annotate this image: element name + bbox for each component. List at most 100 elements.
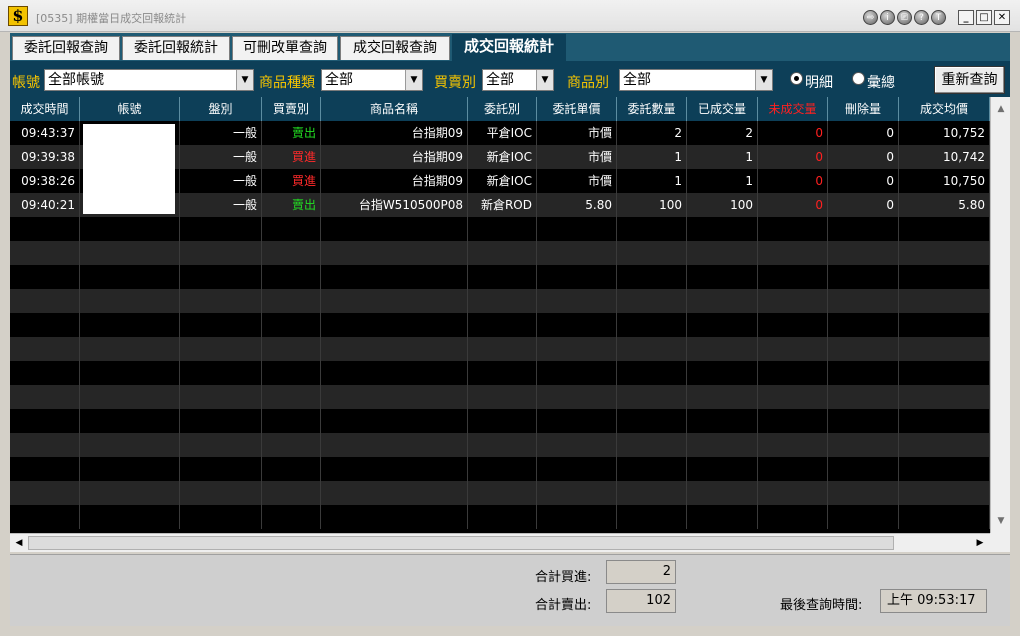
product-select[interactable]: 全部 ▼	[619, 69, 773, 91]
cell-time	[10, 361, 80, 385]
cell-unfilled	[758, 289, 828, 313]
col-unfilled-qty[interactable]: 未成交量	[758, 97, 828, 121]
cell-unfilled: 0	[758, 121, 828, 145]
cell-price	[537, 457, 617, 481]
cell-qty	[617, 337, 687, 361]
cell-order-type	[468, 241, 537, 265]
cell-qty	[617, 289, 687, 313]
cell-session	[180, 241, 262, 265]
cell-avg-price: 10,752	[899, 121, 990, 145]
side-select[interactable]: 全部 ▼	[482, 69, 554, 91]
requery-button[interactable]: 重新查詢	[934, 66, 1005, 94]
export-icon[interactable]: ⇨	[863, 10, 878, 25]
info-icon[interactable]: i	[880, 10, 895, 25]
horizontal-scroll-thumb[interactable]	[28, 536, 894, 550]
cell-side	[262, 433, 321, 457]
cell-deleted	[828, 313, 899, 337]
cell-filled: 100	[687, 193, 758, 217]
topmost-icon[interactable]: T	[931, 10, 946, 25]
horizontal-scrollbar[interactable]: ◀ ▶	[10, 533, 990, 552]
empty-row	[10, 241, 990, 265]
col-deleted-qty[interactable]: 刪除量	[828, 97, 899, 121]
cell-time	[10, 265, 80, 289]
cell-session	[180, 409, 262, 433]
empty-row	[10, 505, 990, 529]
cell-product: 台指期09	[321, 121, 468, 145]
cell-avg-price	[899, 481, 990, 505]
empty-row	[10, 217, 990, 241]
scroll-left-icon[interactable]: ◀	[11, 535, 27, 551]
trade-grid: 成交時間 帳號 盤別 買賣別 商品名稱 委託別 委託單價 委託數量 已成交量 未…	[10, 97, 1010, 552]
tab-trade-report-query[interactable]: 成交回報查詢	[340, 36, 450, 60]
filter-bar: 帳號 全部帳號 ▼ 商品種類 全部 ▼ 買賣別 全部 ▼ 商品別 全部 ▼ 明細…	[10, 61, 1010, 97]
cell-unfilled	[758, 409, 828, 433]
col-filled-qty[interactable]: 已成交量	[687, 97, 758, 121]
maximize-button[interactable]: □	[976, 10, 992, 25]
grid-header: 成交時間 帳號 盤別 買賣別 商品名稱 委託別 委託單價 委託數量 已成交量 未…	[10, 97, 990, 121]
cell-side: 買進	[262, 145, 321, 169]
cell-avg-price	[899, 361, 990, 385]
cell-session	[180, 433, 262, 457]
cell-product	[321, 361, 468, 385]
cell-deleted: 0	[828, 145, 899, 169]
cell-filled	[687, 481, 758, 505]
print-icon[interactable]: ⎚	[897, 10, 912, 25]
detail-radio[interactable]	[790, 72, 803, 85]
cell-filled	[687, 457, 758, 481]
cell-session	[180, 361, 262, 385]
close-button[interactable]: ✕	[994, 10, 1010, 25]
scroll-down-icon[interactable]: ▼	[993, 513, 1009, 529]
window-title: [0535] 期權當日成交回報統計	[36, 12, 187, 25]
tab-order-report-query[interactable]: 委託回報查詢	[12, 36, 120, 60]
cell-avg-price	[899, 505, 990, 529]
cell-avg-price	[899, 433, 990, 457]
account-redaction	[83, 124, 175, 214]
cell-side	[262, 313, 321, 337]
cell-qty	[617, 481, 687, 505]
cell-side: 賣出	[262, 121, 321, 145]
account-select[interactable]: 全部帳號 ▼	[44, 69, 254, 91]
cell-product: 台指期09	[321, 169, 468, 193]
cell-filled	[687, 361, 758, 385]
cell-product	[321, 289, 468, 313]
cell-session	[180, 337, 262, 361]
tab-trade-report-stats[interactable]: 成交回報統計	[452, 34, 566, 61]
col-avg-price[interactable]: 成交均價	[899, 97, 990, 121]
cell-price	[537, 313, 617, 337]
cell-deleted: 0	[828, 121, 899, 145]
col-order-type[interactable]: 委託別	[468, 97, 537, 121]
cell-account	[80, 409, 180, 433]
product-type-select[interactable]: 全部 ▼	[321, 69, 423, 91]
col-trade-time[interactable]: 成交時間	[10, 97, 80, 121]
cell-avg-price	[899, 457, 990, 481]
vertical-scrollbar[interactable]: ▲ ▼	[990, 97, 1010, 533]
cell-account	[80, 313, 180, 337]
help-icon[interactable]: ?	[914, 10, 929, 25]
cell-account	[80, 337, 180, 361]
scroll-right-icon[interactable]: ▶	[972, 535, 988, 551]
cell-account	[80, 505, 180, 529]
cell-deleted	[828, 265, 899, 289]
cell-deleted	[828, 289, 899, 313]
cell-unfilled	[758, 337, 828, 361]
scroll-up-icon[interactable]: ▲	[993, 101, 1009, 117]
cell-account	[80, 457, 180, 481]
summary-radio[interactable]	[852, 72, 865, 85]
col-order-price[interactable]: 委託單價	[537, 97, 617, 121]
tab-cancelable-orders[interactable]: 可刪改單查詢	[232, 36, 338, 60]
account-select-value: 全部帳號	[48, 72, 104, 88]
cell-session	[180, 481, 262, 505]
col-account[interactable]: 帳號	[80, 97, 180, 121]
col-product[interactable]: 商品名稱	[321, 97, 468, 121]
cell-price	[537, 361, 617, 385]
cell-avg-price	[899, 265, 990, 289]
minimize-button[interactable]: _	[958, 10, 974, 25]
product-label: 商品別	[567, 75, 609, 91]
col-order-qty[interactable]: 委託數量	[617, 97, 687, 121]
cell-unfilled	[758, 265, 828, 289]
col-side[interactable]: 買賣別	[262, 97, 321, 121]
cell-time	[10, 241, 80, 265]
col-session[interactable]: 盤別	[180, 97, 262, 121]
cell-unfilled: 0	[758, 169, 828, 193]
tab-order-report-stats[interactable]: 委託回報統計	[122, 36, 230, 60]
